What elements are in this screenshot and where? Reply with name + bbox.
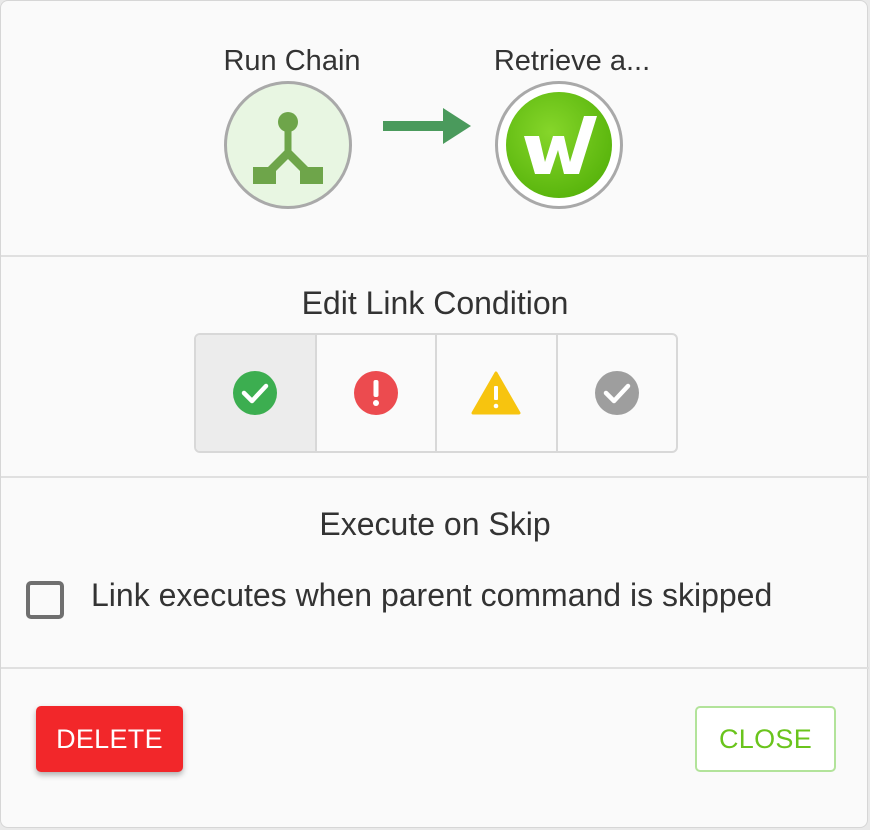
link-condition-title: Edit Link Condition [301,285,569,321]
divider-middle [1,476,869,478]
delete-button[interactable]: DELETE [36,706,183,772]
target-node-label: Retrieve a... [493,45,651,77]
execute-on-skip-checkbox[interactable] [26,581,64,619]
complete-check-icon [594,371,639,415]
condition-warning-button[interactable] [437,335,558,451]
divider-bottom [1,667,869,669]
chain-branch-icon [253,112,323,184]
warning-triangle-icon [471,371,521,415]
w-logo-icon [506,92,612,198]
execute-on-skip-label[interactable]: Link executes when parent command is ski… [91,577,772,614]
edit-link-dialog: Run Chain Retrieve a... Edit Link Condit… [0,0,869,828]
source-node[interactable] [224,81,352,209]
condition-complete-button[interactable] [558,335,677,451]
link-condition-selector [194,333,678,453]
source-node-label: Run Chain [223,45,361,77]
divider-top [1,255,869,257]
target-node[interactable] [495,81,623,209]
error-exclamation-icon [353,371,398,415]
condition-success-button[interactable] [196,335,317,451]
execute-on-skip-title: Execute on Skip [319,506,551,542]
condition-error-button[interactable] [317,335,437,451]
success-check-icon [233,371,278,415]
right-arrow-icon [383,108,471,144]
close-button[interactable]: CLOSE [695,706,836,772]
